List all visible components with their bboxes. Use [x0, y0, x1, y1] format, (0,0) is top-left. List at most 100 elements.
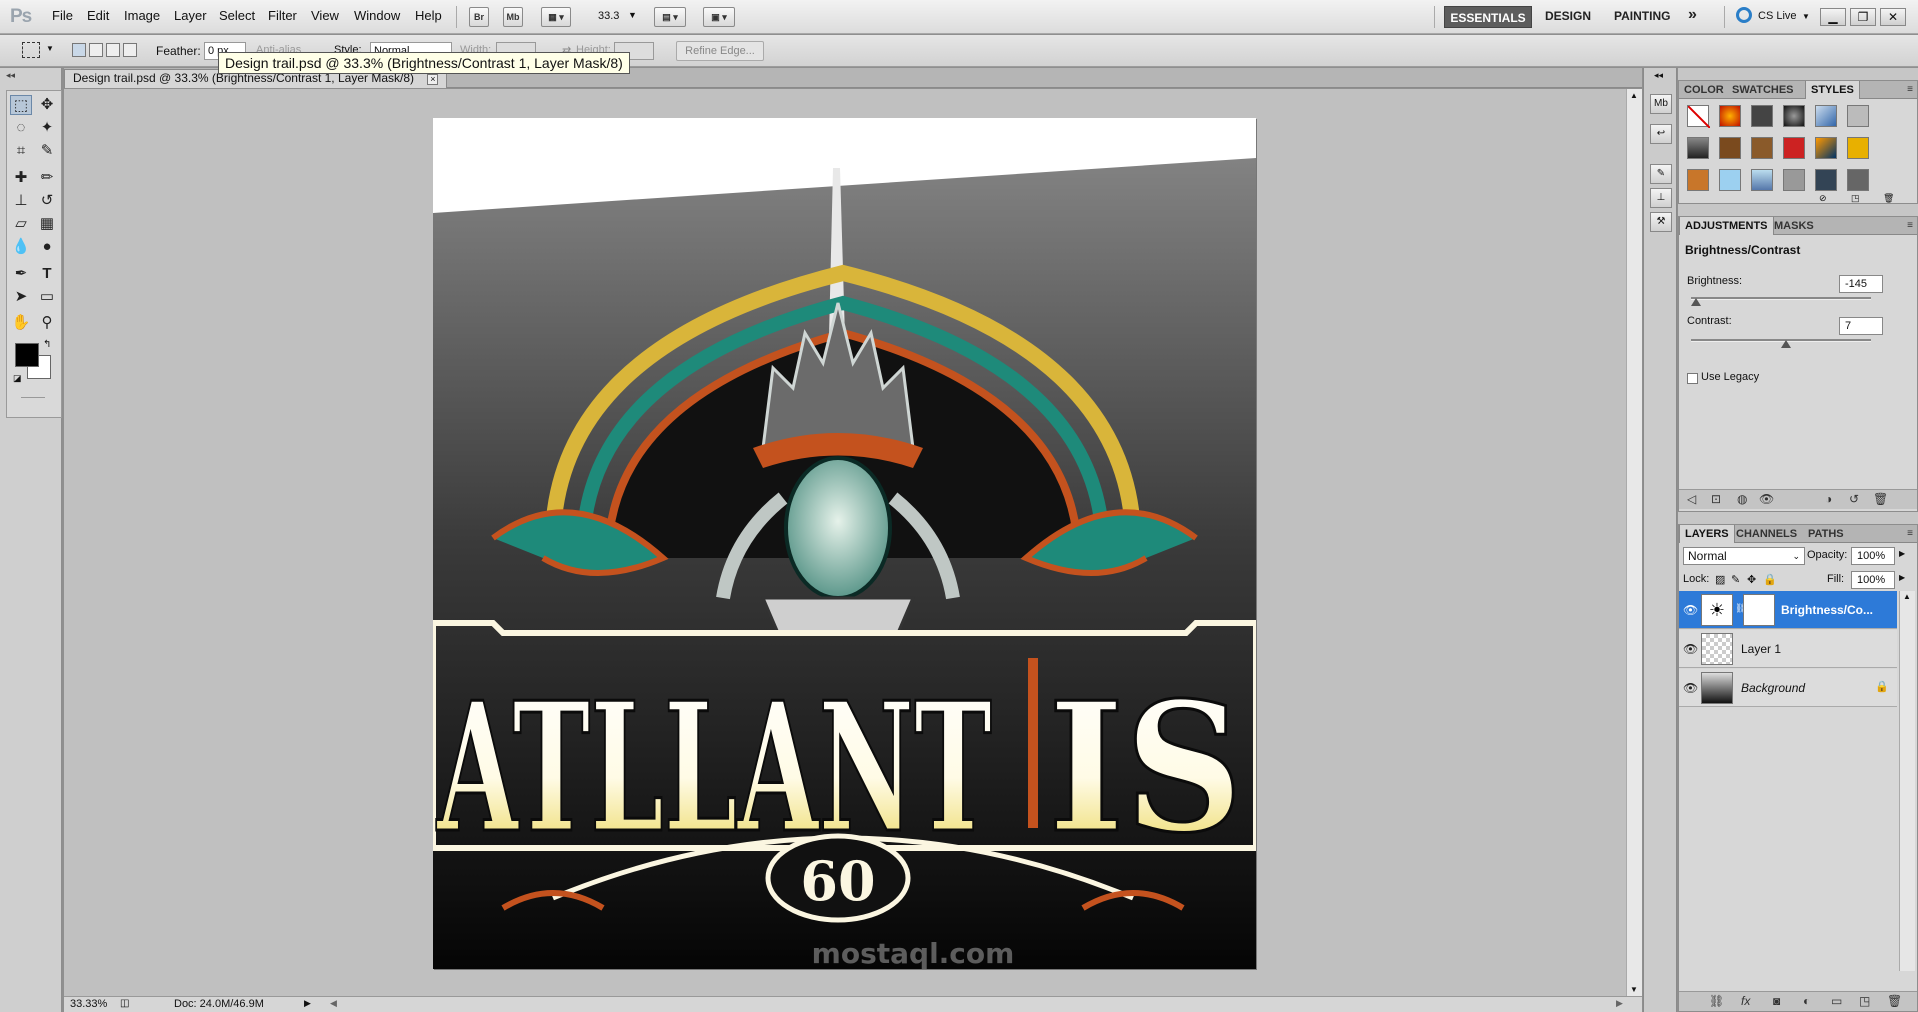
arrange-documents-button[interactable]: ▤ ▾	[654, 7, 686, 27]
style-swatch[interactable]	[1751, 137, 1773, 159]
history-brush-tool-icon[interactable]: ↺	[36, 191, 58, 211]
layer-style-fx-icon[interactable]: fx	[1741, 994, 1750, 1008]
scroll-down-icon[interactable]: ▼	[1630, 985, 1638, 994]
workspace-essentials[interactable]: ESSENTIALS	[1444, 6, 1532, 28]
clear-style-icon[interactable]: ⊘	[1819, 193, 1827, 204]
style-swatch[interactable]	[1815, 137, 1837, 159]
style-swatch[interactable]	[1815, 105, 1837, 127]
screen-mode-button[interactable]: ▣ ▾	[703, 7, 735, 27]
menu-layer[interactable]: Layer	[174, 8, 207, 23]
lock-all-icon[interactable]: 🔒	[1763, 573, 1777, 586]
swap-colors-icon[interactable]: ↰	[43, 339, 51, 350]
status-menu-arrow-icon[interactable]: ▶	[304, 998, 311, 1009]
back-arrow-icon[interactable]: ◁	[1687, 492, 1696, 506]
brightness-slider-knob[interactable]	[1691, 298, 1702, 306]
zoom-level[interactable]: 33.3	[598, 10, 619, 22]
menu-image[interactable]: Image	[124, 8, 160, 23]
style-swatch[interactable]	[1847, 137, 1869, 159]
new-layer-icon[interactable]: ◳	[1859, 994, 1870, 1008]
style-swatch[interactable]	[1815, 169, 1837, 191]
view-extras-button[interactable]: ▦ ▾	[541, 7, 571, 27]
layers-scrollbar[interactable]: ▲	[1899, 591, 1915, 971]
crop-tool-icon[interactable]: ⌗	[10, 141, 32, 161]
more-workspaces-icon[interactable]: »	[1688, 6, 1697, 24]
dodge-tool-icon[interactable]: ●	[36, 237, 58, 257]
foreground-color-swatch[interactable]	[15, 343, 39, 367]
style-swatch[interactable]	[1751, 105, 1773, 127]
brush-tool-icon[interactable]: ✏	[36, 168, 58, 188]
contrast-input[interactable]: 7	[1839, 317, 1883, 335]
workspace-painting[interactable]: PAINTING	[1614, 9, 1670, 23]
style-swatch[interactable]	[1847, 105, 1869, 127]
add-to-selection-icon[interactable]	[89, 43, 103, 57]
chevron-down-icon[interactable]: ▼	[46, 44, 54, 53]
expand-view-icon[interactable]: ⊡	[1711, 492, 1721, 506]
style-swatch[interactable]	[1783, 105, 1805, 127]
collapse-toolbox-icon[interactable]: ◂◂	[6, 70, 15, 81]
clone-source-panel-icon[interactable]: ⊥	[1650, 188, 1672, 208]
magic-wand-tool-icon[interactable]: ✦	[36, 118, 58, 138]
fill-arrow-icon[interactable]: ▶	[1899, 573, 1905, 582]
visibility-eye-icon[interactable]: 👁	[1759, 492, 1774, 506]
chevron-down-icon[interactable]: ▼	[1802, 12, 1810, 21]
minibridge-button[interactable]: Mb	[503, 7, 523, 27]
opacity-input[interactable]: 100%	[1851, 547, 1895, 565]
lock-position-icon[interactable]: ✥	[1747, 573, 1756, 586]
delete-style-icon[interactable]: 🗑	[1883, 193, 1894, 204]
style-swatch[interactable]	[1719, 137, 1741, 159]
opacity-arrow-icon[interactable]: ▶	[1899, 549, 1905, 558]
lock-transparent-icon[interactable]: ▨	[1715, 573, 1725, 586]
style-swatch[interactable]	[1783, 169, 1805, 191]
new-adjustment-layer-icon[interactable]: ◐	[1803, 994, 1810, 1008]
workspace-design[interactable]: DESIGN	[1545, 9, 1591, 23]
menu-window[interactable]: Window	[354, 8, 400, 23]
brightness-input[interactable]: -145	[1839, 275, 1883, 293]
new-style-icon[interactable]: ◳	[1851, 193, 1860, 204]
gradient-tool-icon[interactable]: ▦	[36, 214, 58, 234]
restore-button[interactable]: ❐	[1850, 8, 1876, 26]
clone-stamp-tool-icon[interactable]: ⊥	[10, 191, 32, 211]
layer-row-brightness-contrast[interactable]: 👁 ☀ ⛓ Brightness/Co...	[1679, 591, 1897, 629]
healing-brush-tool-icon[interactable]: ✚	[10, 168, 32, 188]
visibility-eye-icon[interactable]: 👁	[1683, 642, 1698, 656]
style-swatch[interactable]	[1687, 137, 1709, 159]
scroll-up-icon[interactable]: ▲	[1630, 91, 1638, 100]
rectangular-marquee-tool-icon[interactable]: ⬚	[10, 95, 32, 115]
close-window-button[interactable]: ✕	[1880, 8, 1906, 26]
canvas-area[interactable]: ATLLANT IS 60 mostaql.com	[64, 89, 1642, 996]
tab-channels[interactable]: CHANNELS	[1731, 525, 1802, 543]
menu-select[interactable]: Select	[219, 8, 255, 23]
minimize-button[interactable]: ▁	[1820, 8, 1846, 26]
new-group-icon[interactable]: ▭	[1831, 994, 1842, 1008]
tab-layers[interactable]: LAYERS	[1679, 525, 1735, 543]
hand-tool-icon[interactable]: ✋	[10, 313, 32, 333]
close-icon[interactable]: ×	[427, 74, 439, 85]
tab-paths[interactable]: PATHS	[1803, 525, 1849, 543]
visibility-eye-icon[interactable]: 👁	[1683, 603, 1698, 617]
status-zoom[interactable]: 33.33%	[70, 998, 107, 1010]
scroll-up-icon[interactable]: ▲	[1903, 592, 1911, 601]
bridge-button[interactable]: Br	[469, 7, 489, 27]
menu-view[interactable]: View	[311, 8, 339, 23]
panel-menu-icon[interactable]: ≡	[1907, 528, 1913, 539]
clip-layer-icon[interactable]: ◍	[1737, 492, 1747, 506]
menu-filter[interactable]: Filter	[268, 8, 297, 23]
scroll-left-icon[interactable]: ◀	[330, 998, 337, 1009]
history-panel-icon[interactable]: ↩	[1650, 124, 1672, 144]
panel-menu-icon[interactable]: ≡	[1907, 84, 1913, 95]
reset-icon[interactable]: ↺	[1849, 492, 1859, 506]
style-swatch[interactable]	[1719, 105, 1741, 127]
scroll-right-icon[interactable]: ▶	[1616, 998, 1623, 1009]
layer-row-layer-1[interactable]: 👁 Layer 1	[1679, 630, 1897, 668]
document-canvas[interactable]: ATLLANT IS 60 mostaql.com	[433, 118, 1256, 969]
link-layers-icon[interactable]: ⛓	[1709, 994, 1724, 1008]
subtract-from-selection-icon[interactable]	[106, 43, 120, 57]
vertical-scrollbar[interactable]: ▲ ▼	[1626, 89, 1642, 996]
delete-adjustment-icon[interactable]: 🗑	[1873, 492, 1888, 506]
menu-help[interactable]: Help	[415, 8, 442, 23]
intersect-selection-icon[interactable]	[123, 43, 137, 57]
chevron-down-icon[interactable]: ▼	[628, 10, 637, 20]
minibridge-panel-icon[interactable]: Mb	[1650, 94, 1672, 114]
refine-edge-button[interactable]: Refine Edge...	[676, 41, 764, 61]
default-colors-icon[interactable]: ◪	[13, 373, 22, 384]
